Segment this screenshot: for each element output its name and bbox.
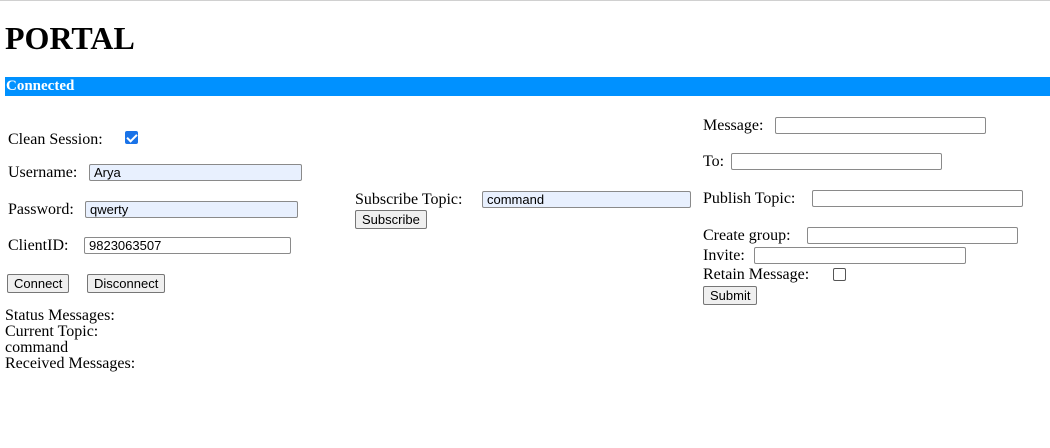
- to-label: To:: [703, 153, 725, 170]
- status-messages-label: Status Messages:: [5, 307, 115, 324]
- current-topic-value: command: [5, 339, 69, 356]
- username-label: Username:: [8, 164, 78, 181]
- password-field[interactable]: [85, 201, 298, 218]
- retain-message-label: Retain Message:: [703, 266, 810, 283]
- submit-button[interactable]: Submit: [703, 286, 758, 305]
- received-messages-label: Received Messages:: [5, 355, 136, 372]
- to-field[interactable]: [731, 153, 942, 170]
- top-divider: [0, 0, 1050, 1]
- subscribe-button[interactable]: Subscribe: [355, 210, 427, 229]
- subscribe-topic-field[interactable]: [482, 191, 691, 208]
- message-label: Message:: [703, 117, 764, 134]
- current-topic-label: Current Topic:: [5, 323, 99, 340]
- invite-field[interactable]: [754, 247, 966, 264]
- connect-button[interactable]: Connect: [7, 274, 70, 293]
- create-group-field[interactable]: [807, 227, 1018, 244]
- clean-session-label: Clean Session:: [8, 131, 103, 148]
- status-section: Status Messages: Current Topic: command …: [5, 308, 135, 372]
- clean-session-checkbox[interactable]: [125, 131, 138, 144]
- publish-topic-label: Publish Topic:: [703, 190, 796, 207]
- disconnect-button[interactable]: Disconnect: [87, 274, 166, 293]
- invite-label: Invite:: [703, 247, 745, 264]
- connection-status-bar: Connected: [5, 77, 1050, 96]
- subscribe-topic-label: Subscribe Topic:: [355, 191, 463, 208]
- clientid-label: ClientID:: [8, 237, 69, 254]
- create-group-label: Create group:: [703, 227, 791, 244]
- username-field[interactable]: [89, 164, 302, 181]
- retain-message-checkbox[interactable]: [833, 268, 846, 281]
- clientid-field[interactable]: [84, 237, 291, 254]
- password-label: Password:: [8, 201, 74, 218]
- page-title: PORTAL: [5, 20, 135, 56]
- page: PORTAL Connected Clean Session: Username…: [0, 0, 1050, 448]
- publish-topic-field[interactable]: [812, 190, 1023, 207]
- message-field[interactable]: [775, 117, 986, 134]
